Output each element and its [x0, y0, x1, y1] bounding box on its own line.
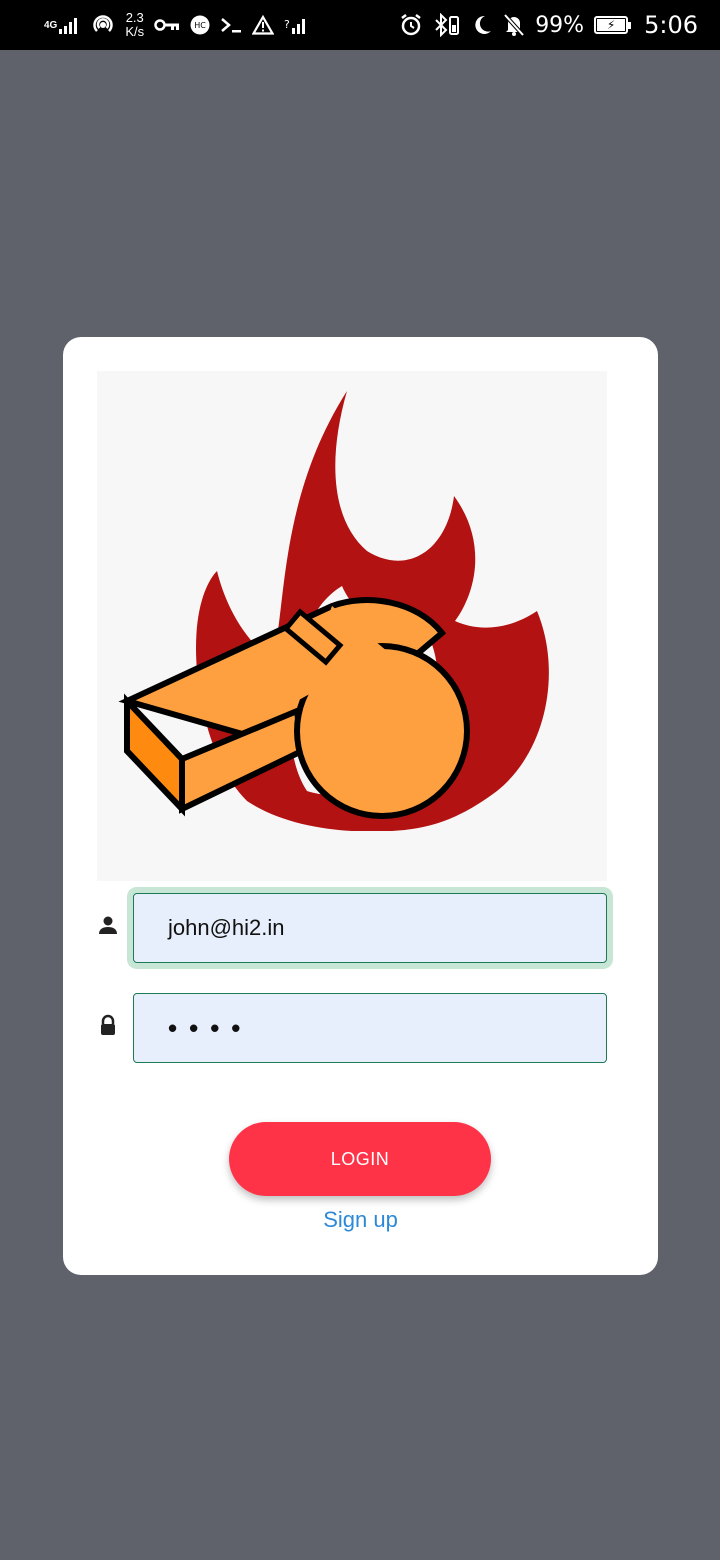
hotspot-icon	[91, 13, 115, 37]
moon-icon	[471, 14, 493, 36]
hc-icon: HC	[190, 15, 210, 35]
vpn-key-icon	[154, 18, 180, 32]
clock: 5:06	[644, 11, 698, 39]
bluetooth-icon	[433, 13, 461, 37]
login-button[interactable]: LOGIN	[229, 1122, 491, 1196]
signup-link[interactable]: Sign up	[63, 1207, 658, 1233]
svg-text:HC: HC	[194, 21, 206, 30]
battery-percent: 99%	[535, 12, 585, 38]
svg-text:?: ?	[284, 18, 290, 31]
warning-icon	[252, 15, 275, 35]
battery-icon: ⚡	[594, 16, 632, 34]
status-left: 4G 2.3 K/s HC ?	[44, 11, 306, 39]
network-type: 4G	[44, 19, 58, 31]
lock-icon	[97, 1014, 119, 1036]
password-row: ••••	[97, 989, 607, 1063]
email-field[interactable]: john@hi2.in	[133, 893, 607, 963]
password-field[interactable]: ••••	[133, 993, 607, 1063]
data-speed-unit: K/s	[125, 24, 145, 39]
terminal-icon	[220, 16, 242, 34]
app-logo	[97, 371, 607, 881]
email-row: john@hi2.in	[97, 889, 607, 963]
login-card: john@hi2.in •••• LOGIN Sign up	[63, 337, 658, 1275]
whistle-flame-icon	[118, 391, 549, 831]
signal-icon: 4G	[44, 16, 81, 34]
data-speed-value: 2.3	[125, 10, 144, 25]
wifi-signal-icon: ?	[284, 16, 306, 34]
bell-off-icon	[503, 13, 525, 37]
person-icon	[97, 914, 119, 936]
charging-bolt-icon: ⚡	[606, 18, 616, 32]
status-right: 99% ⚡ 5:06	[399, 11, 698, 39]
status-bar: 4G 2.3 K/s HC ? 99% ⚡ 5:06	[0, 0, 720, 50]
data-speed: 2.3 K/s	[125, 11, 144, 39]
alarm-icon	[399, 13, 423, 37]
